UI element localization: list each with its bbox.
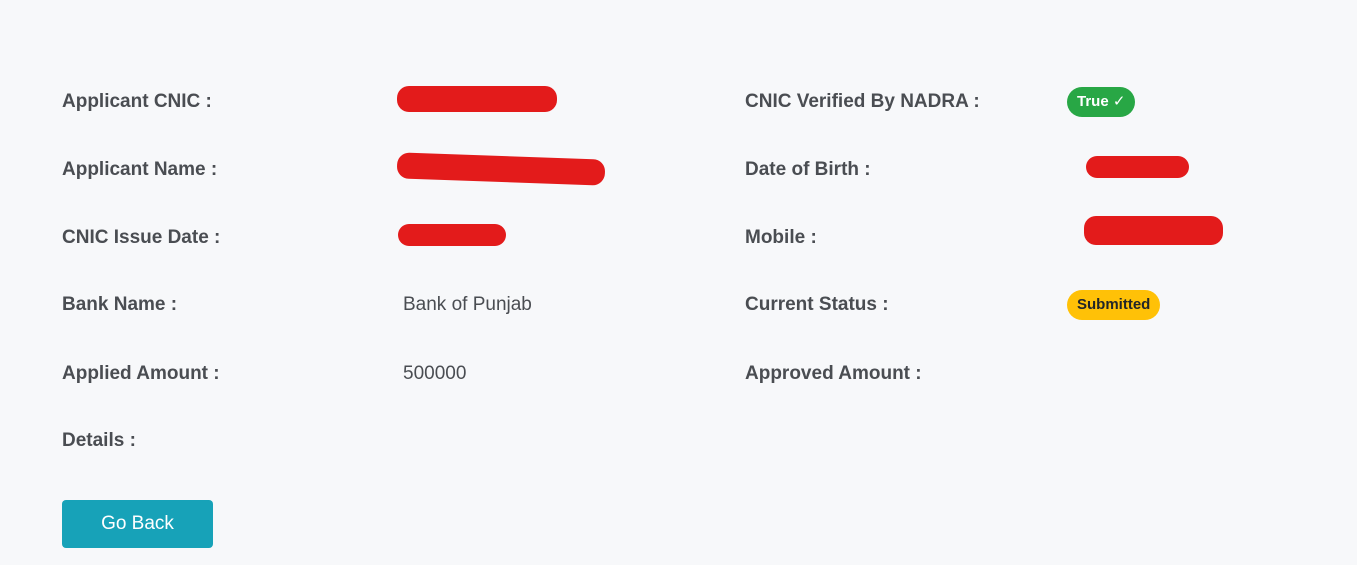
cnic-issue-date-redacted-value (398, 224, 506, 246)
cnic-verified-badge: True ✓ (1067, 87, 1136, 117)
bank-name-value: Bank of Punjab (403, 294, 532, 315)
applied-amount-label: Applied Amount : (62, 363, 220, 384)
approved-amount-label: Approved Amount : (745, 363, 922, 384)
applicant-name-redacted-value (396, 152, 606, 186)
applicant-cnic-label: Applicant CNIC : (62, 91, 212, 112)
cnic-verified-label: CNIC Verified By NADRA : (745, 91, 980, 112)
mobile-redacted-value (1084, 216, 1223, 245)
current-status-badge: Submitted (1067, 290, 1161, 320)
date-of-birth-label: Date of Birth : (745, 159, 871, 180)
mobile-label: Mobile : (745, 227, 817, 248)
cnic-issue-date-label: CNIC Issue Date : (62, 227, 221, 248)
bank-name-label: Bank Name : (62, 294, 178, 315)
current-status-label: Current Status : (745, 294, 889, 315)
applicant-cnic-redacted-value (397, 86, 557, 112)
go-back-button[interactable]: Go Back (62, 500, 213, 548)
applied-amount-value: 500000 (403, 363, 467, 384)
applicant-name-label: Applicant Name : (62, 159, 218, 180)
date-of-birth-redacted-value (1086, 156, 1189, 178)
details-label: Details : (62, 430, 136, 451)
